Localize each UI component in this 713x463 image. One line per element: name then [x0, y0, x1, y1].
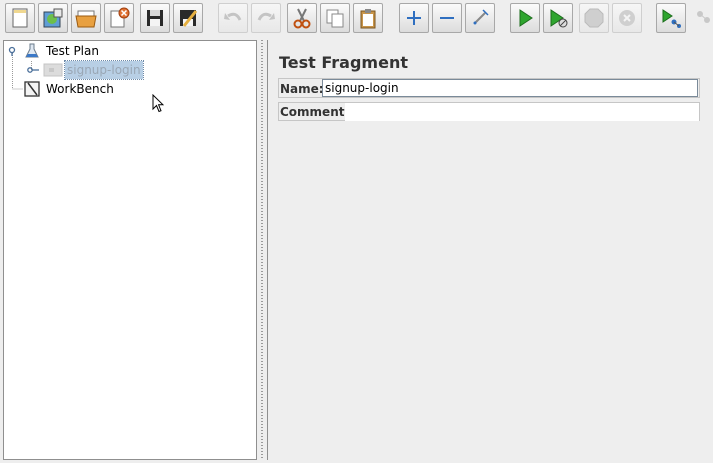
- new-button[interactable]: [5, 3, 35, 33]
- main-toolbar: [0, 0, 713, 38]
- templates-icon: [43, 8, 63, 28]
- close-button[interactable]: [104, 3, 134, 33]
- open-button[interactable]: [71, 3, 101, 33]
- minus-icon: [440, 17, 454, 19]
- undo-button[interactable]: [218, 3, 248, 33]
- close-document-icon: [110, 7, 130, 28]
- shutdown-button[interactable]: [612, 3, 642, 33]
- test-fragment-icon: [43, 63, 63, 77]
- toggle-button[interactable]: [465, 3, 495, 33]
- save-as-icon: [180, 10, 198, 27]
- expand-handle-icon[interactable]: [8, 46, 18, 56]
- clipboard-icon: [360, 9, 376, 29]
- play-icon: [519, 9, 533, 27]
- name-input[interactable]: signup-login: [322, 79, 698, 97]
- open-folder-icon: [75, 10, 97, 28]
- name-label: Name:: [280, 82, 324, 96]
- save-as-button[interactable]: [173, 3, 203, 33]
- stop-icon: [584, 8, 604, 28]
- collapse-all-button[interactable]: [432, 3, 462, 33]
- floppy-disk-icon: [147, 10, 163, 26]
- remote-stop-all-button[interactable]: [689, 3, 713, 33]
- name-field-row: Name: signup-login: [278, 78, 700, 98]
- start-button[interactable]: [510, 3, 540, 33]
- save-button[interactable]: [140, 3, 170, 33]
- undo-icon: [224, 12, 242, 21]
- start-no-pauses-button[interactable]: [543, 3, 573, 33]
- redo-icon: [257, 12, 275, 21]
- play-no-pause-icon: [550, 9, 568, 28]
- copy-icon: [326, 9, 344, 28]
- redo-button[interactable]: [251, 3, 281, 33]
- tree-item-signup-login[interactable]: signup-login: [4, 60, 254, 80]
- tree-item-workbench[interactable]: WorkBench: [4, 80, 254, 98]
- tree-label-signup-login: signup-login: [64, 60, 144, 80]
- stop-button[interactable]: [579, 3, 609, 33]
- test-plan-tree[interactable]: Test Plan signup-login WorkBench: [3, 40, 257, 460]
- comments-field-row: Comments:: [278, 102, 700, 121]
- tree-label-test-plan: Test Plan: [46, 44, 99, 58]
- tree-label-workbench: WorkBench: [46, 82, 114, 96]
- copy-button[interactable]: [320, 3, 350, 33]
- cut-button[interactable]: [287, 3, 317, 33]
- remote-start-all-button[interactable]: [656, 3, 686, 33]
- expand-all-button[interactable]: [399, 3, 429, 33]
- new-document-icon: [12, 8, 28, 28]
- plus-icon: [407, 11, 421, 25]
- toggle-wand-icon: [473, 9, 489, 25]
- remote-start-icon: [662, 9, 681, 28]
- tree-item-test-plan[interactable]: Test Plan: [4, 42, 254, 60]
- comments-input[interactable]: [345, 103, 699, 121]
- paste-button[interactable]: [353, 3, 383, 33]
- mouse-cursor-icon: [152, 94, 164, 113]
- remote-stop-icon: [697, 11, 710, 23]
- workbench-icon: [24, 81, 40, 97]
- scissors-icon: [293, 8, 311, 29]
- pane-splitter[interactable]: [259, 40, 265, 460]
- expand-handle-icon[interactable]: [27, 66, 39, 74]
- editor-title: Test Fragment: [279, 53, 408, 72]
- test-fragment-editor: Test Fragment Name: signup-login Comment…: [267, 40, 713, 460]
- test-plan-icon: [25, 43, 39, 58]
- shutdown-icon: [619, 10, 635, 26]
- templates-button[interactable]: [38, 3, 68, 33]
